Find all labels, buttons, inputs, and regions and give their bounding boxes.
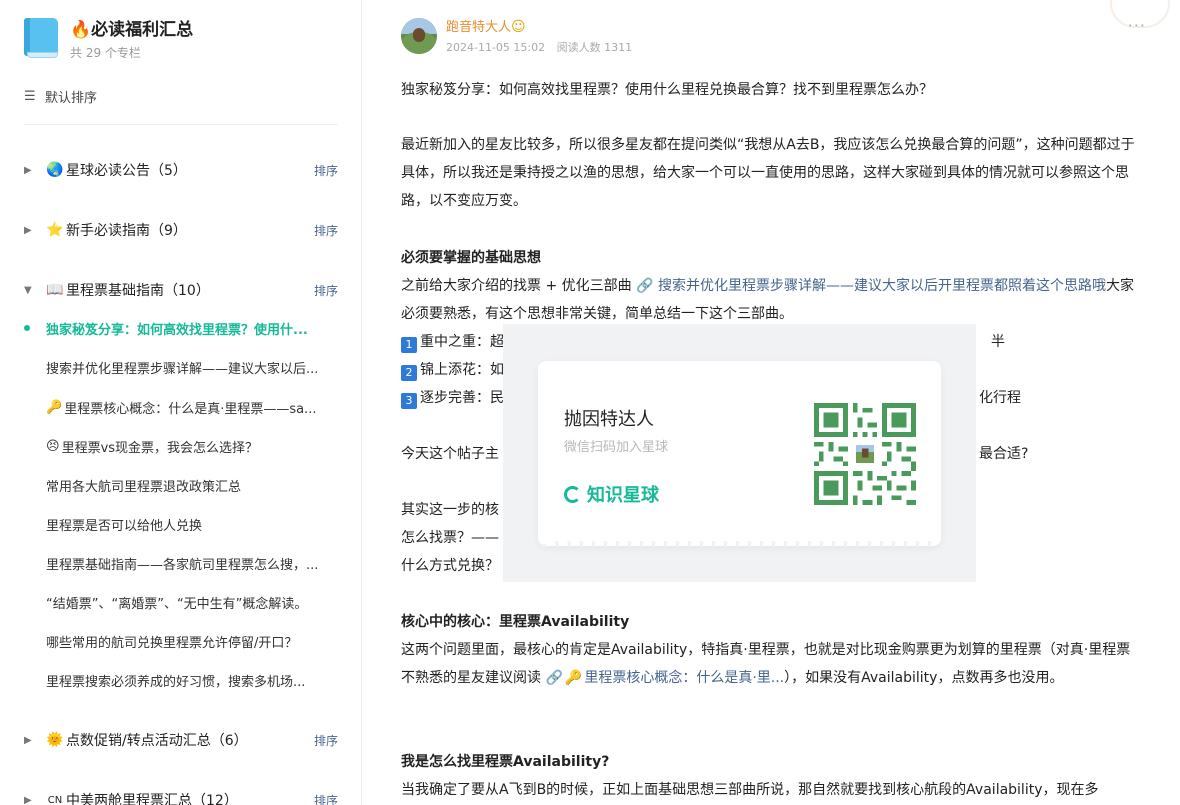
paragraph: 这两个问题里面，最核心的肯定是Availability，特指真·里程票，也就是对… (401, 642, 1131, 686)
link-icon[interactable]: 🔗 (545, 670, 562, 686)
heading: 核心中的核心：里程票Availability (401, 614, 630, 630)
section-sort-button[interactable]: 排序 (314, 222, 338, 239)
section-mileage-basics[interactable]: ▼ 📖 里程票基础指南（10） 排序 (24, 279, 338, 301)
sort-icon: ☰ (24, 89, 36, 104)
planet-name: 抛因特达人 (564, 409, 654, 430)
avatar[interactable] (401, 18, 437, 54)
article-link[interactable]: 里程票核心概念：什么是真·里... (584, 670, 784, 686)
section-label: 星球必读公告（5） (66, 163, 187, 179)
caret-right-icon[interactable]: ▶ (24, 165, 34, 176)
author-header: 跑音特大人☺ 2024-11-05 15:02 阅读人数 1311 (401, 18, 640, 55)
post-date: 2024-11-05 15:02 (446, 41, 546, 54)
section-label: 中美两舱里程票汇总（12） (66, 793, 238, 805)
read-count: 阅读人数 1311 (556, 41, 633, 54)
column-count: 共 29 个专栏 (70, 46, 141, 60)
sort-dropdown[interactable]: ☰ 默认排序 (24, 87, 97, 106)
heading: 必须要掌握的基础思想 (401, 250, 541, 266)
author-name[interactable]: 跑音特大人☺ (446, 18, 640, 37)
sidebar: 🔥必读福利汇总 共 29 个专栏 ☰ 默认排序 ▶ 🌏 星球必读公告（5） 排序… (0, 0, 362, 805)
section-sort-button[interactable]: 排序 (314, 162, 338, 179)
section-label: 新手必读指南（9） (66, 223, 187, 239)
article-item[interactable]: 搜索并优化里程票步骤详解——建议大家以后... (24, 357, 338, 377)
article-item[interactable]: 里程票基础指南——各家航司里程票怎么搜，... (24, 553, 338, 573)
qr-popup: 抛因特达人 微信扫码加入星球 知识星球 (503, 324, 976, 582)
sun-icon: 🌞 (46, 732, 64, 748)
article-item[interactable]: 独家秘笈分享：如何高效找里程票？使用什... (24, 318, 338, 338)
column-title: 🔥必读福利汇总 (70, 20, 194, 40)
section-sort-button[interactable]: 排序 (314, 282, 338, 299)
active-dot (24, 325, 30, 331)
frown-face-icon: 😣 (46, 438, 60, 454)
section-promotions[interactable]: ▶ 🌞 点数促销/转点活动汇总（6） 排序 (24, 729, 338, 751)
paragraph: 独家秘笈分享：如何高效找里程票？使用什么里程兑换最合算？找不到里程票怎么办？ (401, 82, 933, 98)
zsxq-logo-icon (564, 485, 581, 503)
article-item[interactable]: 哪些常用的航司兑换里程票允许停留/开口？ (24, 631, 338, 651)
caret-right-icon[interactable]: ▶ (24, 795, 34, 805)
caret-right-icon[interactable]: ▶ (24, 735, 34, 746)
article-item[interactable]: 常用各大航司里程票退改政策汇总 (24, 475, 338, 495)
section-beginner-guide[interactable]: ▶ ⭐ 新手必读指南（9） 排序 (24, 219, 338, 241)
more-options-icon[interactable]: ··· (1128, 16, 1146, 35)
section-cn-us-premium[interactable]: ▶ CN 中美两舱里程票汇总（12） 排序 (24, 789, 338, 805)
paragraph: 最近新加入的星友比较多，所以很多星友都在提问类似“我想从A去B，我应该怎么兑换最… (401, 137, 1135, 209)
column-header: 🔥必读福利汇总 共 29 个专栏 (24, 18, 193, 61)
section-sort-button[interactable]: 排序 (314, 732, 338, 749)
paragraph: 之前给大家介绍的找票 + 优化三部曲 🔗 搜索并优化里程票步骤详解——建议大家以… (401, 278, 1134, 322)
globe-icon: 🌏 (46, 162, 64, 178)
article-item[interactable]: 😣 里程票vs现金票，我会怎么选择？ (24, 436, 338, 456)
section-announcements[interactable]: ▶ 🌏 星球必读公告（5） 排序 (24, 159, 338, 181)
qr-card: 抛因特达人 微信扫码加入星球 知识星球 (538, 361, 941, 547)
article-item[interactable]: 里程票搜索必须养成的好习惯，搜索多机场... (24, 670, 338, 690)
key-icon: 🔑 (564, 670, 583, 686)
sort-label: 默认排序 (45, 91, 98, 106)
post-meta: 2024-11-05 15:02 阅读人数 1311 (446, 39, 640, 55)
section-label: 里程票基础指南（10） (66, 283, 210, 299)
caret-right-icon[interactable]: ▶ (24, 225, 34, 236)
article-link[interactable]: 🔗 搜索并优化里程票步骤详解——建议大家以后开里程票都照着这个思路哦 (636, 278, 1106, 294)
book-open-icon: 📖 (46, 282, 64, 298)
number-2-icon: 2 (401, 365, 417, 381)
book-icon (24, 18, 58, 60)
paragraph: 当我确定了要从A飞到B的时候，正如上面基础思想三部曲所说，那自然就要找到核心航段… (401, 782, 1099, 798)
article-item[interactable]: 🔑 里程票核心概念：什么是真·里程票——sa... (24, 397, 338, 417)
key-icon: 🔑 (46, 399, 63, 415)
number-1-icon: 1 (401, 337, 417, 353)
qr-code[interactable] (814, 403, 916, 505)
cn-flag-icon: CN (47, 794, 63, 805)
caret-down-icon[interactable]: ▼ (24, 285, 34, 296)
scan-hint: 微信扫码加入星球 (564, 440, 669, 455)
zsxq-logo: 知识星球 (564, 481, 659, 507)
number-3-icon: 3 (401, 393, 417, 409)
star-icon: ⭐ (46, 222, 64, 238)
divider (24, 124, 338, 125)
article-item[interactable]: 里程票是否可以给他人兑换 (24, 514, 338, 534)
section-sort-button[interactable]: 排序 (314, 792, 338, 805)
smile-icon: ☺ (511, 19, 526, 35)
heading: 我是怎么找里程票Availability? (401, 754, 610, 770)
article-item[interactable]: “结婚票”、“离婚票”、“无中生有”概念解读。 (24, 592, 338, 612)
card-edge-decoration (538, 541, 941, 547)
section-label: 点数促销/转点活动汇总（6） (66, 733, 248, 749)
